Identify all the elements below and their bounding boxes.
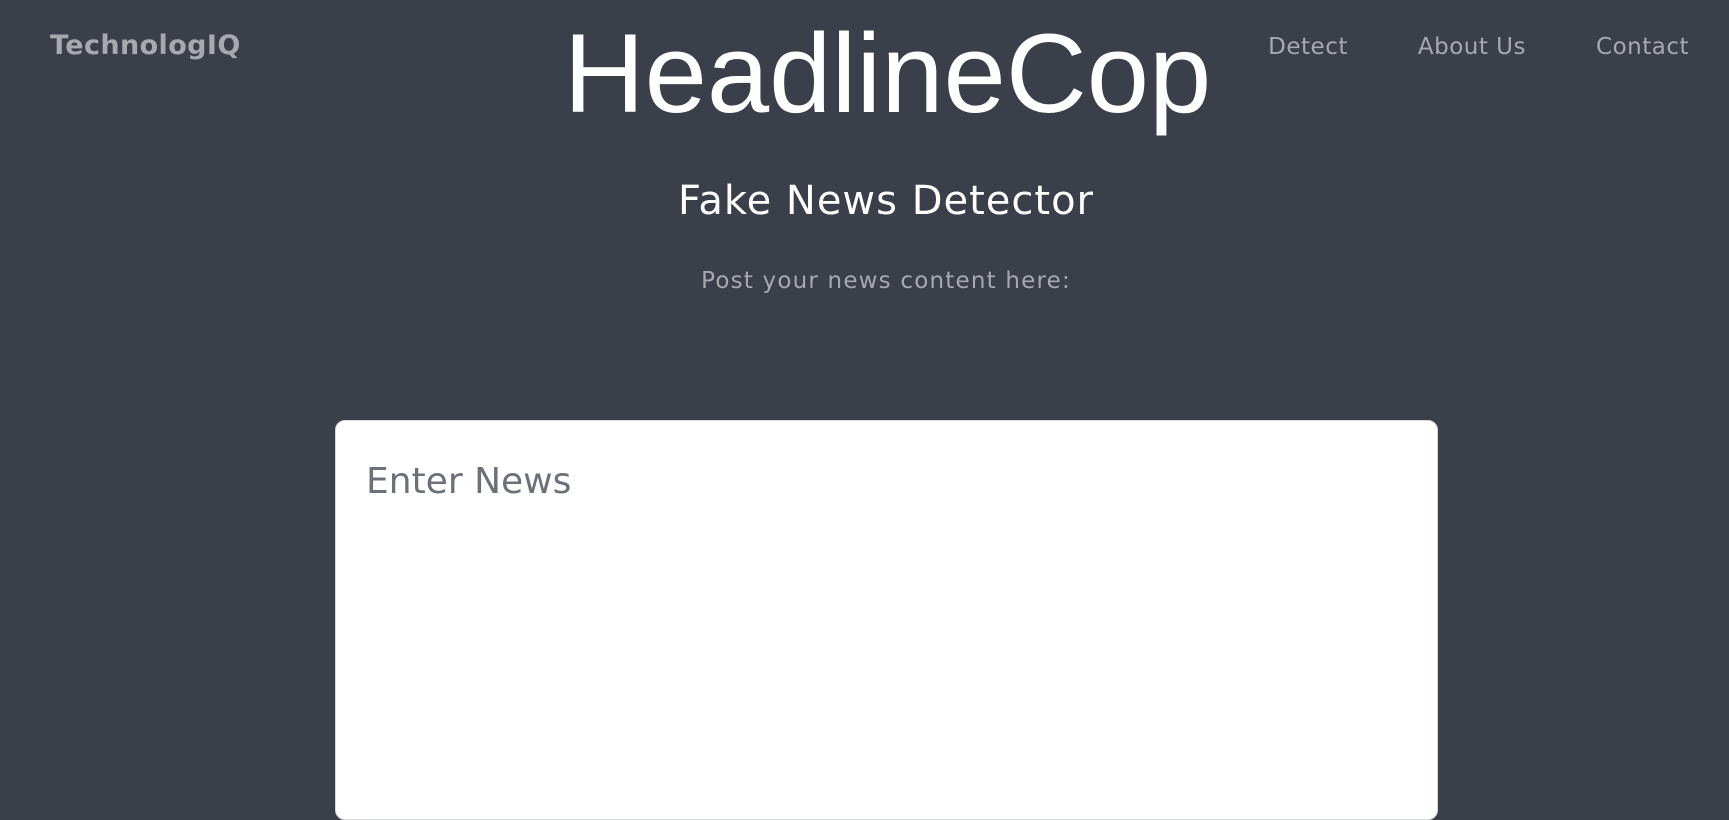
- news-input[interactable]: [335, 420, 1438, 820]
- page-subtitle: Fake News Detector: [677, 178, 1094, 224]
- input-prompt: Post your news content here:: [701, 268, 1071, 294]
- app-title: HeadlineCop: [563, 11, 1212, 136]
